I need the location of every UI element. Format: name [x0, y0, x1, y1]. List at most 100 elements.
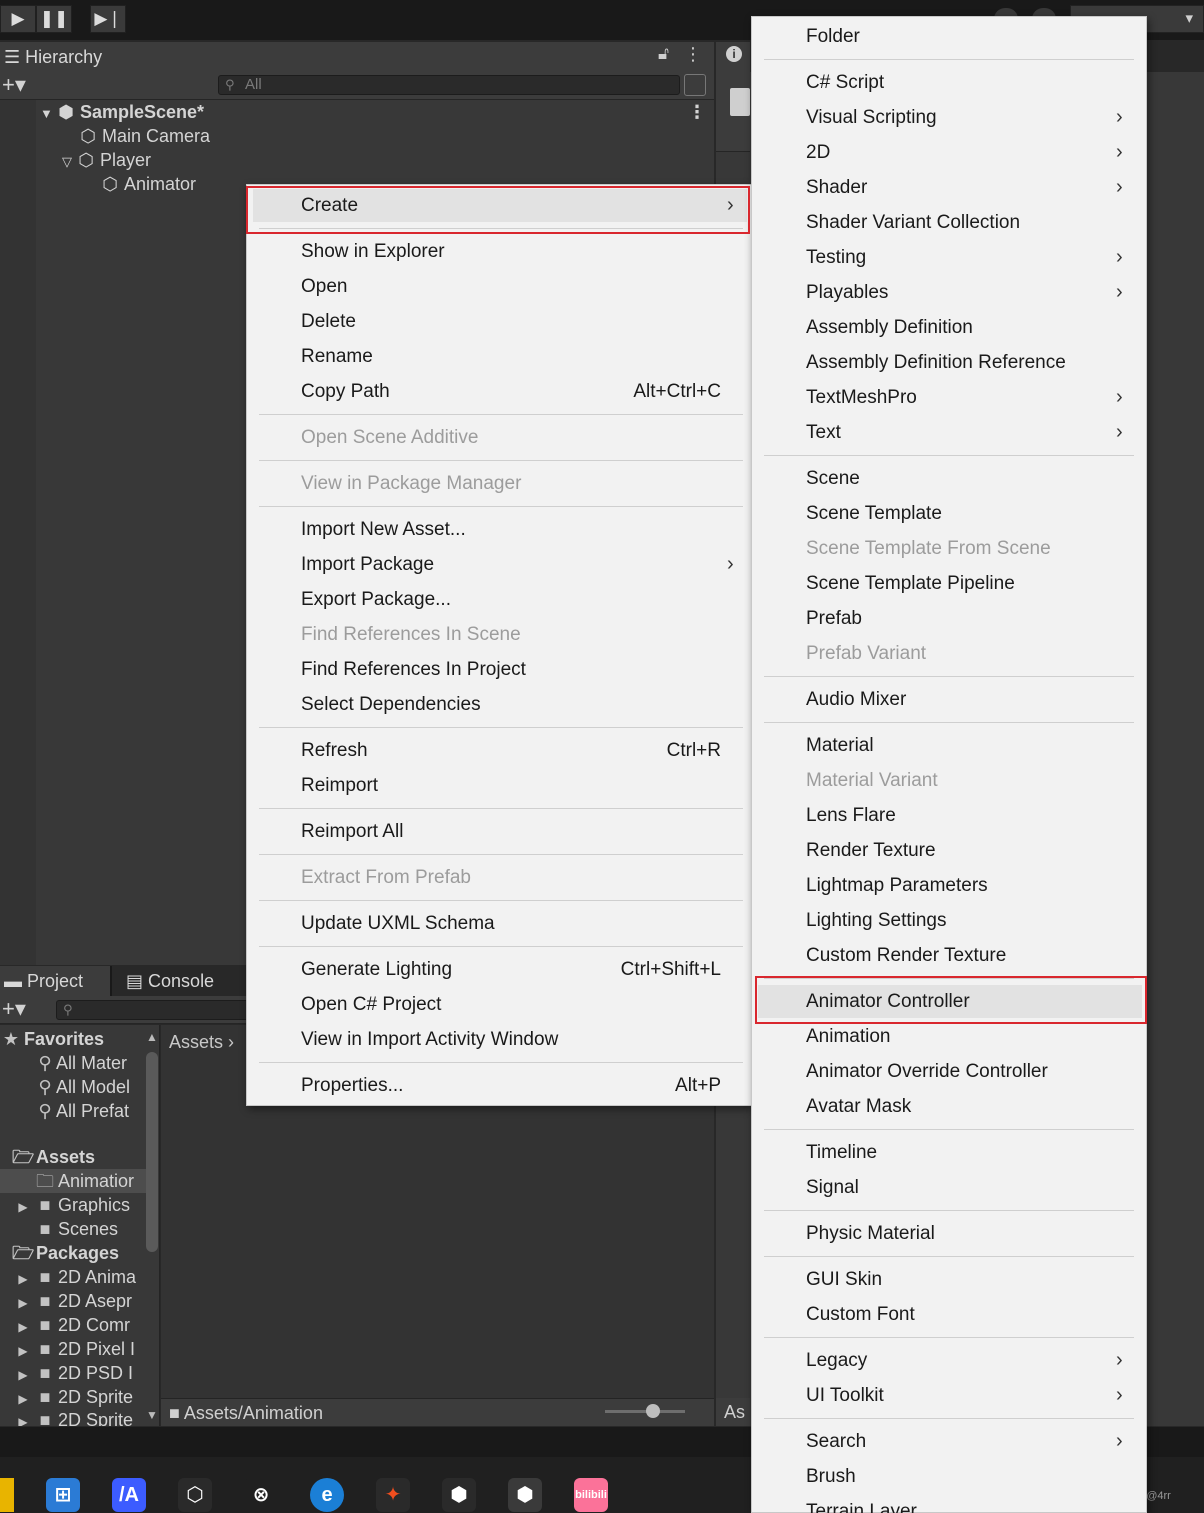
menu-item-animator-controller[interactable]: Animator Controller	[806, 984, 1126, 1019]
scroll-down-icon[interactable]: ▼	[146, 1408, 158, 1422]
breadcrumb[interactable]: Assets ›	[161, 1028, 251, 1056]
menu-item-lens-flare[interactable]: Lens Flare	[806, 798, 1126, 833]
app-icon[interactable]: /A	[112, 1478, 146, 1512]
figma-icon[interactable]: ✦	[376, 1478, 410, 1512]
menu-item-render-texture[interactable]: Render Texture	[806, 833, 1126, 868]
tree-item-main-camera[interactable]: ⬡ Main Camera	[78, 124, 210, 148]
project-tree-scrollbar[interactable]	[146, 1052, 158, 1252]
menu-item-search[interactable]: Search ›	[806, 1424, 1126, 1459]
menu-item-scene-template[interactable]: Scene Template	[806, 496, 1126, 531]
menu-item-terrain-layer[interactable]: Terrain Layer	[806, 1494, 1126, 1513]
tree-item-package[interactable]: ▶ ■ 2D Comr	[14, 1313, 142, 1337]
tree-item-package[interactable]: ▶ ■ 2D Asepr	[14, 1289, 142, 1313]
menu-item-import-new-asset[interactable]: Import New Asset...	[301, 512, 721, 547]
menu-item-reimport[interactable]: Reimport	[301, 768, 721, 803]
tree-item-favorites[interactable]: ★ Favorites	[0, 1027, 144, 1051]
menu-item-show-in-explorer[interactable]: Show in Explorer	[301, 234, 721, 269]
tree-item-favorite[interactable]: ⚲ All Prefat	[36, 1099, 142, 1123]
menu-item-c-script[interactable]: C# Script	[806, 65, 1126, 100]
menu-item-scene[interactable]: Scene	[806, 461, 1126, 496]
menu-item-testing[interactable]: Testing ›	[806, 240, 1126, 275]
menu-item-audio-mixer[interactable]: Audio Mixer	[806, 682, 1126, 717]
menu-item-generate-lighting[interactable]: Generate Lighting Ctrl+Shift+L	[301, 952, 721, 987]
menu-item-legacy[interactable]: Legacy ›	[806, 1343, 1126, 1378]
menu-item-text[interactable]: Text ›	[806, 415, 1126, 450]
tree-item-scene[interactable]: ▼ ⬢ SampleScene* ⋮	[40, 100, 714, 124]
xbox-icon[interactable]: ⊗	[244, 1478, 278, 1512]
menu-item-ui-toolkit[interactable]: UI Toolkit ›	[806, 1378, 1126, 1413]
zoom-slider-handle[interactable]	[646, 1404, 660, 1418]
add-icon[interactable]: +▾	[2, 72, 26, 98]
menu-item-view-in-import-activity-window[interactable]: View in Import Activity Window	[301, 1022, 721, 1057]
menu-item-custom-font[interactable]: Custom Font	[806, 1297, 1126, 1332]
menu-item-select-dependencies[interactable]: Select Dependencies	[301, 687, 721, 722]
menu-item-properties[interactable]: Properties... Alt+P	[301, 1068, 721, 1103]
menu-item-prefab[interactable]: Prefab	[806, 601, 1126, 636]
menu-item-lightmap-parameters[interactable]: Lightmap Parameters	[806, 868, 1126, 903]
menu-item-create[interactable]: Create ›	[301, 188, 734, 223]
tree-item-package[interactable]: ▶ ■ 2D PSD I	[14, 1361, 142, 1385]
tree-item-package[interactable]: ▶ ■ 2D Pixel I	[14, 1337, 142, 1361]
menu-item-playables[interactable]: Playables ›	[806, 275, 1126, 310]
unity-editor-icon[interactable]: ⬢	[508, 1478, 542, 1512]
project-search-input[interactable]: ⚲	[56, 1000, 256, 1020]
tree-item-package[interactable]: ▶ ■ 2D Anima	[14, 1265, 142, 1289]
menu-item-reimport-all[interactable]: Reimport All	[301, 814, 721, 849]
tab-hierarchy[interactable]: ☰ Hierarchy	[0, 42, 134, 72]
tab-project[interactable]: ▬ Project	[0, 966, 110, 996]
tree-item-package[interactable]: ▶ ■ 2D Sprite	[14, 1385, 142, 1409]
menu-item-assembly-definition[interactable]: Assembly Definition	[806, 310, 1126, 345]
lock-icon[interactable]: 🔓︎	[658, 44, 669, 64]
tree-item-package[interactable]: ▶ ■ 2D Sprite	[14, 1408, 142, 1426]
tab-console[interactable]: ▤ Console	[112, 966, 246, 996]
menu-item-rename[interactable]: Rename	[301, 339, 721, 374]
menu-item-brush[interactable]: Brush	[806, 1459, 1126, 1494]
menu-item-import-package[interactable]: Import Package ›	[301, 547, 734, 582]
menu-item-shader-variant-collection[interactable]: Shader Variant Collection	[806, 205, 1126, 240]
inspector-tab[interactable]: i	[716, 42, 750, 72]
menu-item-physic-material[interactable]: Physic Material	[806, 1216, 1126, 1251]
menu-item-2d[interactable]: 2D ›	[806, 135, 1126, 170]
tree-item-asset[interactable]: ■ Scenes	[34, 1217, 142, 1241]
tree-item-favorite[interactable]: ⚲ All Model	[36, 1075, 142, 1099]
unity-icon[interactable]: ⬢	[442, 1478, 476, 1512]
scroll-up-icon[interactable]: ▲	[146, 1030, 158, 1044]
bilibili-icon[interactable]: bilibili	[574, 1478, 608, 1512]
menu-item-scene-template-pipeline[interactable]: Scene Template Pipeline	[806, 566, 1126, 601]
more-options-icon[interactable]: ⋮	[688, 100, 706, 124]
menu-item-animator-override-controller[interactable]: Animator Override Controller	[806, 1054, 1126, 1089]
add-icon[interactable]: +▾	[2, 996, 26, 1022]
menu-item-export-package[interactable]: Export Package...	[301, 582, 721, 617]
tree-item-packages[interactable]: 🗁︎Packages	[12, 1241, 144, 1265]
tree-item-asset[interactable]: ▶ ■ Graphics	[14, 1193, 142, 1217]
hierarchy-search-input[interactable]: ⚲ All	[218, 75, 680, 95]
menu-item-copy-path[interactable]: Copy Path Alt+Ctrl+C	[301, 374, 721, 409]
menu-item-custom-render-texture[interactable]: Custom Render Texture	[806, 938, 1126, 973]
tree-item-animator[interactable]: ⬡ Animator	[100, 172, 196, 196]
unity-hub-icon[interactable]: ⬡	[178, 1478, 212, 1512]
menu-item-visual-scripting[interactable]: Visual Scripting ›	[806, 100, 1126, 135]
menu-item-update-uxml-schema[interactable]: Update UXML Schema	[301, 906, 721, 941]
zoom-slider-track[interactable]	[605, 1410, 685, 1413]
menu-item-find-references-in-project[interactable]: Find References In Project	[301, 652, 721, 687]
tree-item-asset[interactable]: 🗀︎ Animatior	[34, 1169, 142, 1193]
menu-item-delete[interactable]: Delete	[301, 304, 721, 339]
menu-item-avatar-mask[interactable]: Avatar Mask	[806, 1089, 1126, 1124]
menu-item-textmeshpro[interactable]: TextMeshPro ›	[806, 380, 1126, 415]
menu-item-open-c-project[interactable]: Open C# Project	[301, 987, 721, 1022]
menu-item-shader[interactable]: Shader ›	[806, 170, 1126, 205]
menu-item-folder[interactable]: Folder	[806, 19, 1126, 54]
edge-icon[interactable]: e	[310, 1478, 344, 1512]
menu-item-signal[interactable]: Signal	[806, 1170, 1126, 1205]
menu-item-animation[interactable]: Animation	[806, 1019, 1126, 1054]
scene-search-icon[interactable]	[684, 74, 706, 96]
step-button[interactable]: ▶❘	[90, 5, 126, 33]
more-options-icon[interactable]: ⋮	[684, 44, 702, 65]
menu-item-refresh[interactable]: Refresh Ctrl+R	[301, 733, 721, 768]
play-button[interactable]: ▶	[0, 5, 36, 33]
pause-button[interactable]: ❚❚	[36, 5, 72, 33]
menu-item-open[interactable]: Open	[301, 269, 721, 304]
store-icon[interactable]: ⊞	[46, 1478, 80, 1512]
menu-item-gui-skin[interactable]: GUI Skin	[806, 1262, 1126, 1297]
menu-item-material[interactable]: Material	[806, 728, 1126, 763]
